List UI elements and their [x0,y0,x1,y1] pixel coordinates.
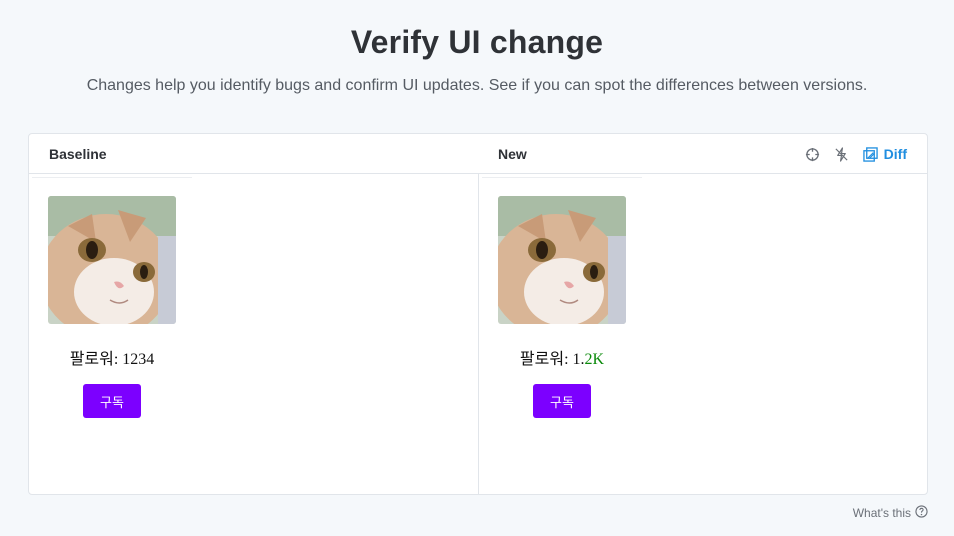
crosshair-icon[interactable] [804,146,821,163]
followers-label: 팔로워 [519,351,565,368]
diff-toggle-button[interactable]: Diff [862,146,907,163]
subscribe-button[interactable]: 구독 [83,384,141,418]
cat-avatar-image [48,196,176,324]
followers-colon: : 1. [564,351,585,368]
followers-value: 1234 [122,351,155,368]
new-pane: 팔로워: 1.2K 구독 [479,175,927,494]
diff-icon [862,146,879,163]
baseline-pane: 팔로워: 1234 구독 [29,175,478,494]
baseline-snapshot: 팔로워: 1234 구독 [32,177,192,433]
cat-avatar-image [498,196,626,324]
whats-this-link[interactable]: What's this [853,505,928,521]
new-column-label: New [498,146,527,162]
followers-count: 팔로워: 1.2K [482,345,642,369]
diff-label: Diff [883,146,907,162]
panel-header: Baseline New Diff [29,134,927,174]
followers-count: 팔로워: 1234 [32,345,192,369]
new-snapshot: 팔로워: 1.2K 구독 [482,177,642,433]
toolbar: Diff [804,144,907,164]
followers-changed-value: 2K [584,351,605,368]
followers-label: 팔로워: [69,351,123,368]
subscribe-button[interactable]: 구독 [533,384,591,418]
whats-this-label: What's this [852,506,911,520]
baseline-column-label: Baseline [49,146,107,162]
strobe-off-icon[interactable] [833,146,850,163]
page-subtitle: Changes help you identify bugs and confi… [86,77,868,94]
help-icon [915,505,928,521]
page-title: Verify UI change [350,24,604,60]
comparison-panel: Baseline New Diff 팔로워: 1234 구독 팔로워: 1.2K… [28,133,928,495]
